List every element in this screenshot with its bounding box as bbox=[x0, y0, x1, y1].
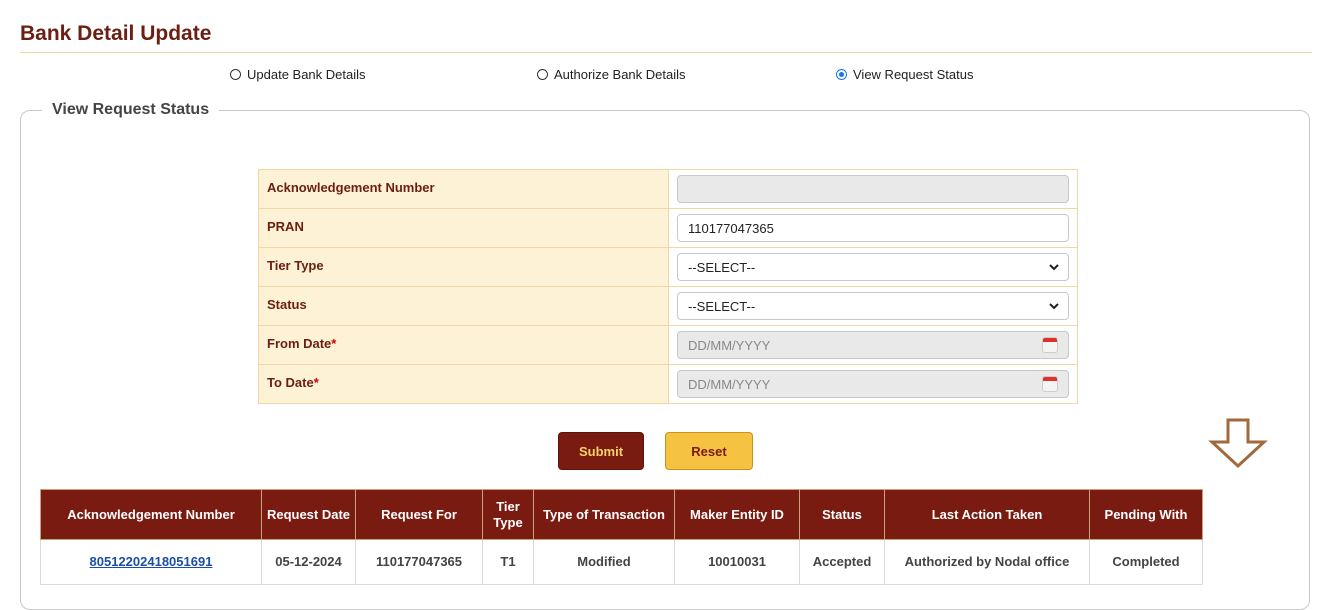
pran-input[interactable]: 110177047365 bbox=[677, 214, 1069, 242]
request-date-cell: 05-12-2024 bbox=[261, 539, 356, 585]
option-update-bank-details[interactable]: Update Bank Details bbox=[230, 67, 366, 82]
tier-type-value: --SELECT-- bbox=[688, 259, 756, 275]
chevron-down-icon bbox=[1049, 303, 1059, 310]
ack-label: Acknowledgement Number bbox=[258, 169, 669, 209]
option-label: Authorize Bank Details bbox=[554, 67, 686, 82]
ack-number-input[interactable] bbox=[677, 175, 1069, 203]
tier-type-label: Tier Type bbox=[258, 247, 669, 287]
request-type-options: Update Bank Details Authorize Bank Detai… bbox=[0, 67, 1317, 87]
table-header-row: Acknowledgement Number Request Date Requ… bbox=[40, 489, 1203, 540]
form-row-from-date: From Date* DD/MM/YYYY bbox=[258, 325, 1078, 365]
col-type-of-transaction: Type of Transaction bbox=[533, 489, 675, 540]
to-date-placeholder: DD/MM/YYYY bbox=[688, 376, 771, 392]
calendar-icon[interactable] bbox=[1042, 337, 1058, 353]
chevron-down-icon bbox=[1049, 264, 1059, 271]
form-row-tier: Tier Type --SELECT-- bbox=[258, 247, 1078, 287]
radio-authorize-bank-details[interactable] bbox=[537, 69, 548, 80]
col-pending-with: Pending With bbox=[1089, 489, 1203, 540]
calendar-icon[interactable] bbox=[1042, 376, 1058, 392]
required-mark: * bbox=[313, 375, 319, 390]
transaction-type-cell: Modified bbox=[533, 539, 675, 585]
option-authorize-bank-details[interactable]: Authorize Bank Details bbox=[537, 67, 686, 82]
pending-with-cell: Completed bbox=[1089, 539, 1203, 585]
table-row: 80512202418051691 05-12-2024 11017704736… bbox=[40, 539, 1203, 585]
from-date-placeholder: DD/MM/YYYY bbox=[688, 337, 771, 353]
to-date-label: To Date* bbox=[258, 364, 669, 404]
col-request-date: Request Date bbox=[261, 489, 356, 540]
arrow-down-icon bbox=[1208, 418, 1268, 468]
form-row-to-date: To Date* DD/MM/YYYY bbox=[258, 364, 1078, 404]
radio-update-bank-details[interactable] bbox=[230, 69, 241, 80]
tier-type-cell: T1 bbox=[482, 539, 534, 585]
to-date-input[interactable]: DD/MM/YYYY bbox=[677, 370, 1069, 398]
request-for-cell: 110177047365 bbox=[355, 539, 483, 585]
status-value: --SELECT-- bbox=[688, 298, 756, 314]
section-legend: View Request Status bbox=[42, 101, 220, 119]
col-request-for: Request For bbox=[355, 489, 483, 540]
from-date-label: From Date* bbox=[258, 325, 669, 365]
results-table: Acknowledgement Number Request Date Requ… bbox=[40, 489, 1203, 585]
col-ack-number: Acknowledgement Number bbox=[40, 489, 262, 540]
search-form: Acknowledgement Number PRAN 110177047365… bbox=[258, 169, 1078, 404]
status-cell: Accepted bbox=[799, 539, 885, 585]
option-label: Update Bank Details bbox=[247, 67, 366, 82]
radio-view-request-status[interactable] bbox=[836, 69, 847, 80]
tier-type-select[interactable]: --SELECT-- bbox=[677, 253, 1069, 281]
from-date-input[interactable]: DD/MM/YYYY bbox=[677, 331, 1069, 359]
option-view-request-status[interactable]: View Request Status bbox=[836, 67, 973, 82]
maker-entity-id-cell: 10010031 bbox=[674, 539, 800, 585]
submit-button[interactable]: Submit bbox=[558, 432, 644, 470]
col-maker-entity-id: Maker Entity ID bbox=[674, 489, 800, 540]
col-status: Status bbox=[799, 489, 885, 540]
required-mark: * bbox=[331, 336, 337, 351]
form-row-pran: PRAN 110177047365 bbox=[258, 208, 1078, 248]
col-last-action-taken: Last Action Taken bbox=[884, 489, 1090, 540]
ack-number-link[interactable]: 80512202418051691 bbox=[90, 554, 213, 569]
form-row-status: Status --SELECT-- bbox=[258, 286, 1078, 326]
last-action-cell: Authorized by Nodal office bbox=[884, 539, 1090, 585]
reset-button[interactable]: Reset bbox=[665, 432, 753, 470]
pran-label: PRAN bbox=[258, 208, 669, 248]
col-tier-type: Tier Type bbox=[482, 489, 534, 540]
option-label: View Request Status bbox=[853, 67, 974, 82]
status-select[interactable]: --SELECT-- bbox=[677, 292, 1069, 320]
form-row-ack: Acknowledgement Number bbox=[258, 169, 1078, 209]
title-divider bbox=[20, 52, 1312, 53]
status-label: Status bbox=[258, 286, 669, 326]
page-title: Bank Detail Update bbox=[20, 22, 212, 45]
